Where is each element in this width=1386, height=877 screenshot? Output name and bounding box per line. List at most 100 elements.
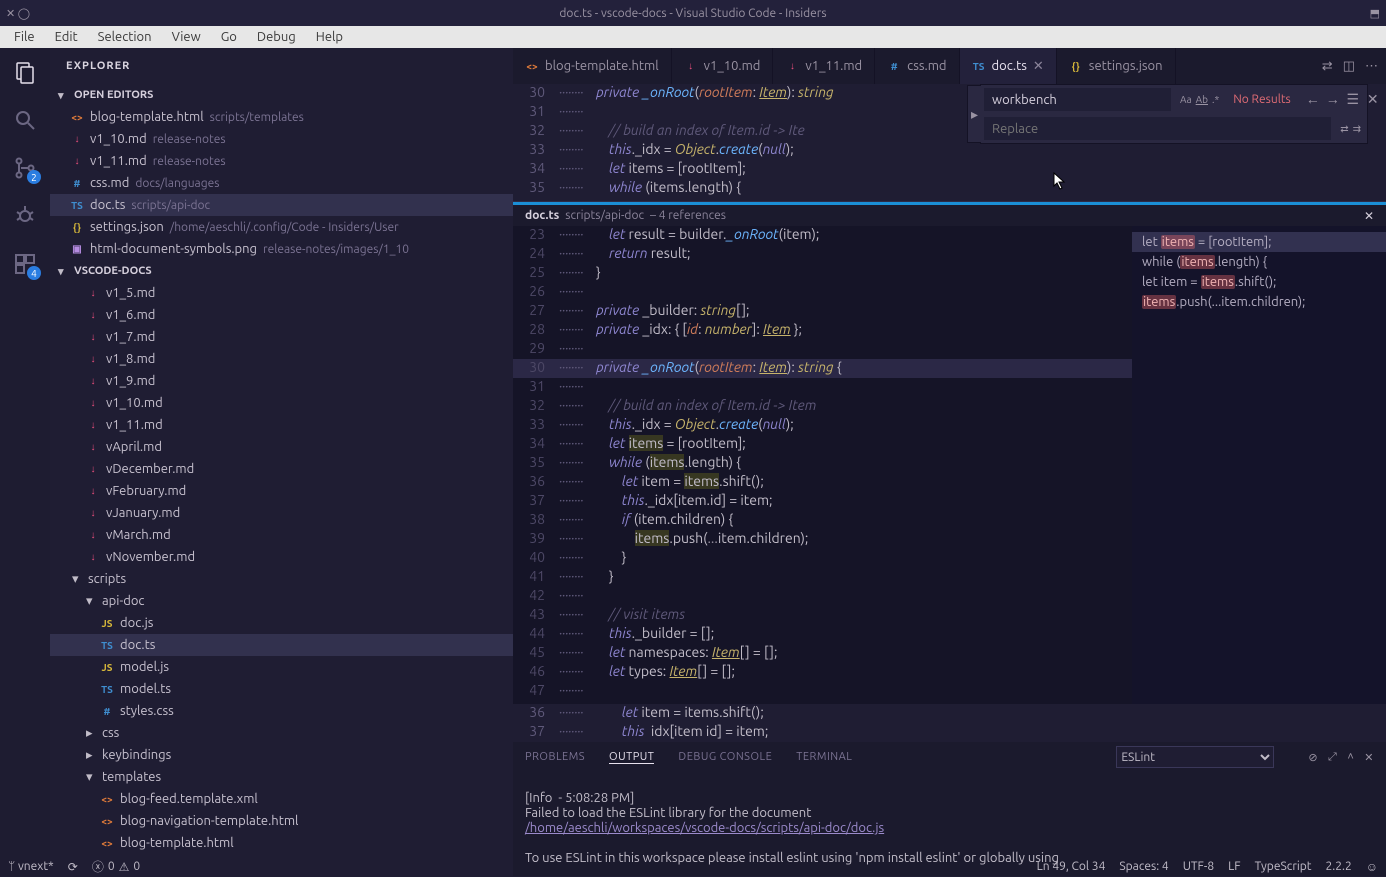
file-item[interactable]: <>blog-feed.template.xml <box>50 788 513 810</box>
open-editor-item[interactable]: #css.md docs/languages <box>50 172 513 194</box>
project-header[interactable]: ▾VSCODE-DOCS <box>50 260 513 282</box>
find-next-icon[interactable]: → <box>1325 91 1341 108</box>
panel-close-icon[interactable]: ✕ <box>1364 751 1374 764</box>
window-controls-left[interactable]: ✕ ◯ <box>6 7 30 20</box>
open-editor-item[interactable]: {}settings.json /home/aeschli/.config/Co… <box>50 216 513 238</box>
file-item[interactable]: #styles.css <box>50 700 513 722</box>
find-close-icon[interactable]: ✕ <box>1365 91 1381 108</box>
file-item[interactable]: ↓vApril.md <box>50 436 513 458</box>
clear-icon[interactable]: ⊘ <box>1308 751 1318 764</box>
compare-icon[interactable]: ⇄ <box>1322 59 1333 74</box>
open-editor-item[interactable]: TSdoc.ts scripts/api-doc <box>50 194 513 216</box>
open-editor-item[interactable]: ↓v1_10.md release-notes <box>50 128 513 150</box>
menu-file[interactable]: File <box>6 28 43 46</box>
menu-go[interactable]: Go <box>213 28 245 46</box>
menu-edit[interactable]: Edit <box>47 28 86 46</box>
reference-item[interactable]: let items = [rootItem]; <box>1132 232 1386 252</box>
open-editor-item[interactable]: ▣html-document-symbols.png release-notes… <box>50 238 513 260</box>
more-icon[interactable]: ⋯ <box>1365 59 1378 74</box>
ts-version[interactable]: 2.2.2 <box>1326 860 1352 873</box>
file-item[interactable]: ↓v1_11.md <box>50 414 513 436</box>
menu-debug[interactable]: Debug <box>249 28 304 46</box>
replace-all-icon[interactable]: ⇉ <box>1353 123 1361 135</box>
output-channel-select[interactable]: ESLint <box>1116 746 1274 768</box>
references-code[interactable]: 23········ let result = builder._onRoot(… <box>513 226 1132 704</box>
search-icon[interactable] <box>11 106 39 134</box>
panel-tab[interactable]: DEBUG CONSOLE <box>678 751 772 763</box>
file-item[interactable]: <>blog-navigation-template.html <box>50 810 513 832</box>
explorer-icon[interactable] <box>11 58 39 86</box>
tab[interactable]: ↓v1_10.md <box>672 48 774 84</box>
problems-status[interactable]: ⓧ 0 ⚠ 0 <box>92 858 140 875</box>
file-item[interactable]: ↓v1_7.md <box>50 326 513 348</box>
panel-tab[interactable]: PROBLEMS <box>525 751 585 763</box>
file-item[interactable]: ↓v1_9.md <box>50 370 513 392</box>
sync-icon[interactable]: ⟳ <box>68 860 78 874</box>
file-item[interactable]: ↓v1_8.md <box>50 348 513 370</box>
language-mode[interactable]: TypeScript <box>1255 860 1312 873</box>
scm-badge: 2 <box>27 170 41 184</box>
panel-tab[interactable]: TERMINAL <box>796 751 852 763</box>
editor-bottom-slice[interactable]: 36········ let item = items.shift();37··… <box>513 704 1386 742</box>
panel-up-icon[interactable]: ˄ <box>1347 751 1354 764</box>
find-input[interactable] <box>984 88 1171 111</box>
feedback-icon[interactable]: ☺ <box>1366 860 1378 874</box>
folder-item[interactable]: ▸css <box>50 722 513 744</box>
file-item[interactable]: ↓v1_10.md <box>50 392 513 414</box>
tab[interactable]: {}settings.json <box>1057 48 1176 84</box>
file-item[interactable]: TSmodel.ts <box>50 678 513 700</box>
editor-top[interactable]: ▸ Aa Ab .* No Results ← → ☰ ✕ <box>513 84 1386 202</box>
replace-one-icon[interactable]: ⇄ <box>1340 123 1348 135</box>
debug-icon[interactable] <box>11 202 39 230</box>
menu-selection[interactable]: Selection <box>90 28 160 46</box>
match-case-icon[interactable]: Aa <box>1180 94 1192 105</box>
tab[interactable]: ↓v1_11.md <box>773 48 875 84</box>
file-item[interactable]: ↓vMarch.md <box>50 524 513 546</box>
file-item[interactable]: ↓v1_5.md <box>50 282 513 304</box>
panel-tab[interactable]: OUTPUT <box>609 751 654 764</box>
replace-input[interactable] <box>984 117 1331 140</box>
folder-item[interactable]: ▾api-doc <box>50 590 513 612</box>
references-close-icon[interactable]: ✕ <box>1364 209 1374 223</box>
open-editor-item[interactable]: <>blog-template.html scripts/templates <box>50 106 513 128</box>
file-item[interactable]: JSdoc.js <box>50 612 513 634</box>
tab[interactable]: TSdoc.ts ✕ <box>960 48 1057 84</box>
folder-item[interactable]: ▾scripts <box>50 568 513 590</box>
extensions-icon[interactable]: 4 <box>11 250 39 278</box>
file-item[interactable]: ↓vFebruary.md <box>50 480 513 502</box>
file-item[interactable]: JSmodel.js <box>50 656 513 678</box>
find-prev-icon[interactable]: ← <box>1305 91 1321 108</box>
tab[interactable]: #css.md <box>875 48 959 84</box>
regex-icon[interactable]: .* <box>1212 94 1219 105</box>
file-item[interactable]: ↓v1_6.md <box>50 304 513 326</box>
file-item[interactable]: ↓vNovember.md <box>50 546 513 568</box>
folder-item[interactable]: ▾templates <box>50 766 513 788</box>
source-control-icon[interactable]: 2 <box>11 154 39 182</box>
file-item[interactable]: TSdoc.ts <box>50 634 513 656</box>
tab-close-icon[interactable]: ✕ <box>1033 59 1044 74</box>
split-icon[interactable]: ◫ <box>1343 59 1355 74</box>
encoding[interactable]: UTF-8 <box>1183 860 1214 873</box>
output-link[interactable]: /home/aeschli/workspaces/vscode-docs/scr… <box>525 821 884 835</box>
reference-item[interactable]: let item = items.shift(); <box>1132 272 1386 292</box>
file-item[interactable]: ↓vDecember.md <box>50 458 513 480</box>
eol[interactable]: LF <box>1228 860 1240 873</box>
file-item[interactable]: <>blog-template.html <box>50 832 513 854</box>
menu-view[interactable]: View <box>164 28 209 46</box>
git-branch[interactable]: ᛘ vnext* <box>8 860 54 873</box>
open-editors-header[interactable]: ▾OPEN EDITORS <box>50 84 513 106</box>
tab[interactable]: <>blog-template.html <box>513 48 672 84</box>
lock-scroll-icon[interactable]: ⤢ <box>1328 751 1337 764</box>
menu-help[interactable]: Help <box>308 28 351 46</box>
find-toggle-replace[interactable]: ▸ <box>967 85 981 143</box>
reference-item[interactable]: while (items.length) { <box>1132 252 1386 272</box>
cursor-position[interactable]: Ln 49, Col 34 <box>1037 860 1106 873</box>
open-editor-item[interactable]: ↓v1_11.md release-notes <box>50 150 513 172</box>
match-word-icon[interactable]: Ab <box>1196 94 1208 105</box>
folder-item[interactable]: ▸keybindings <box>50 744 513 766</box>
window-controls-right[interactable]: ⬒ <box>1370 7 1380 20</box>
indentation[interactable]: Spaces: 4 <box>1119 860 1168 873</box>
reference-item[interactable]: items.push(...item.children); <box>1132 292 1386 312</box>
find-selection-icon[interactable]: ☰ <box>1345 91 1361 108</box>
file-item[interactable]: ↓vJanuary.md <box>50 502 513 524</box>
